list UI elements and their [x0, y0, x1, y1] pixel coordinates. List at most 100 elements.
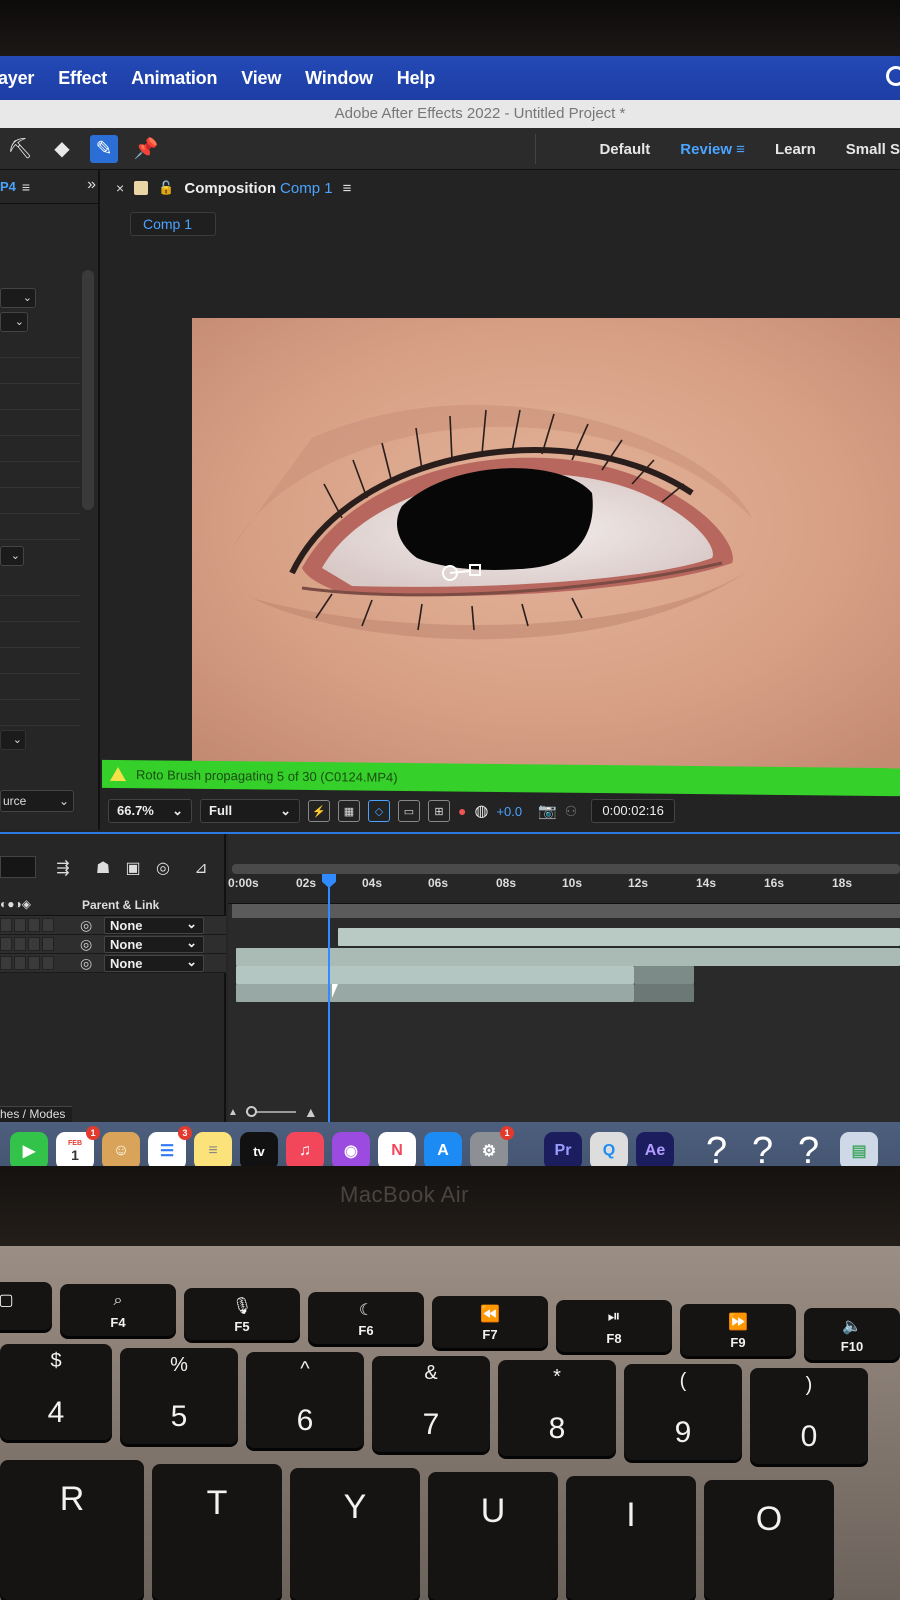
key-i[interactable]: I	[566, 1476, 696, 1600]
missing-app-icon[interactable]: ?	[752, 1130, 773, 1166]
key-f6[interactable]: ☾ F6	[308, 1292, 424, 1344]
key-7[interactable]: & 7	[372, 1356, 490, 1452]
shy-layers-icon[interactable]: ☗	[92, 858, 114, 878]
comp-flowchart-tab[interactable]: Comp 1	[130, 212, 216, 236]
calendar-icon[interactable]: FEB 1 1	[56, 1126, 100, 1166]
key-5[interactable]: % 5	[120, 1348, 238, 1444]
resolution-dropdown[interactable]: Full ⌄	[200, 799, 300, 823]
key-f7[interactable]: ⏪ F7	[432, 1296, 548, 1348]
eraser-icon[interactable]: ◆	[48, 135, 76, 163]
playhead-line[interactable]	[328, 874, 330, 1122]
layer-row[interactable]: ◎ None	[0, 954, 226, 973]
premiere-pro-icon[interactable]: Pr	[544, 1132, 582, 1166]
key-y[interactable]: Y	[290, 1468, 420, 1600]
key-o[interactable]: O	[704, 1480, 834, 1600]
fast-previews-icon[interactable]: ⚡	[308, 800, 330, 822]
layer-search-input[interactable]	[0, 856, 36, 878]
composition-title-name[interactable]: Comp 1	[280, 180, 333, 197]
property-dropdown[interactable]: ⌄	[0, 546, 24, 566]
layer-bar[interactable]	[338, 928, 900, 946]
workspace-small-screen[interactable]: Small S	[846, 141, 900, 158]
panel-menu-icon[interactable]: ≡	[343, 180, 352, 197]
grid-guides-icon[interactable]: ⊞	[428, 800, 450, 822]
mask-visibility-icon[interactable]: ◇	[368, 800, 390, 822]
workspace-default[interactable]: Default	[599, 141, 650, 158]
workspace-review[interactable]: Review ≡	[680, 141, 745, 158]
pickwhip-icon[interactable]: ◎	[80, 955, 92, 972]
parent-dropdown[interactable]: None	[104, 935, 204, 953]
layer-bar[interactable]	[236, 966, 634, 984]
motion-blur-icon[interactable]: ◎	[152, 858, 174, 878]
downloads-stack-icon[interactable]: ▤	[840, 1132, 878, 1166]
workspace-menu-icon[interactable]: ≡	[736, 141, 745, 158]
key-t[interactable]: T	[152, 1464, 282, 1600]
time-navigator[interactable]	[232, 864, 900, 874]
zoom-out-icon[interactable]: ▲	[228, 1107, 238, 1118]
roto-brush-icon[interactable]: ✎	[90, 134, 118, 163]
property-dropdown[interactable]: ⌄	[0, 312, 28, 332]
puppet-pin-icon[interactable]: 📌	[132, 135, 160, 163]
collapsed-dropdown[interactable]: ⌄	[0, 730, 26, 750]
workspace-learn[interactable]: Learn	[775, 141, 816, 158]
current-time-display[interactable]: 0:00:02:16	[591, 799, 675, 823]
key-f4[interactable]: ⌕ F4	[60, 1284, 176, 1336]
color-channels-icon[interactable]: ●	[458, 803, 466, 819]
source-dropdown[interactable]: urce ⌄	[0, 790, 74, 812]
layer-bar-cached[interactable]	[634, 984, 694, 1002]
key-8[interactable]: * 8	[498, 1360, 616, 1456]
key-f5[interactable]: 🎙 F5	[184, 1288, 300, 1340]
region-of-interest-icon[interactable]: ▭	[398, 800, 420, 822]
news-icon[interactable]: N	[378, 1132, 416, 1166]
exposure-value[interactable]: +0.0	[496, 804, 522, 819]
menu-help[interactable]: Help	[397, 68, 435, 89]
layer-bar[interactable]	[236, 984, 634, 1002]
left-panel-scrollbar[interactable]	[82, 270, 94, 510]
magnification-dropdown[interactable]: 66.7% ⌄	[108, 799, 192, 823]
key-0[interactable]: ) 0	[750, 1368, 868, 1464]
key-9[interactable]: (9	[624, 1364, 742, 1460]
pickwhip-icon[interactable]: ◎	[80, 936, 92, 953]
reminders-icon[interactable]: ☰ 3	[148, 1126, 192, 1166]
composition-mini-flowchart-icon[interactable]: ⇶	[52, 858, 74, 878]
system-preferences-icon[interactable]: ⚙ 1	[470, 1126, 514, 1166]
layer-row[interactable]: ◎ None	[0, 916, 226, 935]
transparency-grid-icon[interactable]: ▦	[338, 800, 360, 822]
snapshot-icon[interactable]: 📷	[538, 802, 557, 820]
show-snapshot-icon[interactable]: ⚇	[565, 803, 578, 820]
podcasts-icon[interactable]: ◉	[332, 1132, 370, 1166]
timeline-zoom[interactable]: ▲ ▲	[228, 1104, 338, 1120]
key-f9[interactable]: ⏩ F9	[680, 1304, 796, 1356]
left-panel-tab[interactable]: P4 ≡ »	[0, 170, 100, 204]
zoom-slider-knob[interactable]	[245, 1106, 257, 1117]
apple-tv-icon[interactable]: tv	[240, 1132, 278, 1166]
exposure-reset-icon[interactable]: ◍	[474, 801, 488, 821]
status-menu-icon[interactable]	[886, 66, 900, 86]
key-f8[interactable]: ⏯ F8	[556, 1300, 672, 1352]
layer-bar[interactable]	[236, 948, 900, 966]
quicktime-icon[interactable]: Q	[590, 1132, 628, 1166]
parent-dropdown[interactable]: None	[104, 954, 204, 972]
key-6[interactable]: ^ 6	[246, 1352, 364, 1448]
label-color-swatch[interactable]	[134, 181, 149, 195]
key-u[interactable]: U	[428, 1472, 558, 1600]
facetime-icon[interactable]: ▶	[10, 1132, 48, 1166]
missing-app-icon[interactable]: ?	[798, 1130, 819, 1166]
switches-modes-toggle[interactable]: hes / Modes	[0, 1106, 72, 1122]
key-4[interactable]: $4	[0, 1344, 112, 1440]
after-effects-icon[interactable]: Ae	[636, 1132, 674, 1166]
lock-icon[interactable]: 🔓	[158, 180, 174, 196]
key-f3[interactable]: ▢	[0, 1282, 52, 1330]
property-dropdown[interactable]: ⌄	[0, 288, 36, 308]
missing-app-icon[interactable]: ?	[706, 1130, 727, 1166]
panel-menu-icon[interactable]: ≡	[22, 179, 30, 195]
graph-editor-icon[interactable]: ⊿	[190, 858, 212, 878]
zoom-slider[interactable]	[245, 1106, 296, 1117]
close-icon[interactable]: ×	[116, 180, 124, 196]
composition-viewer[interactable]	[192, 318, 900, 774]
menu-effect[interactable]: Effect	[58, 68, 107, 89]
key-r[interactable]: R	[0, 1460, 144, 1600]
clone-stamp-icon[interactable]: ⛏	[6, 135, 34, 163]
expand-panel-icon[interactable]: »	[87, 176, 96, 194]
menu-window[interactable]: Window	[305, 68, 373, 89]
key-f10[interactable]: 🔈 F10	[804, 1308, 900, 1360]
